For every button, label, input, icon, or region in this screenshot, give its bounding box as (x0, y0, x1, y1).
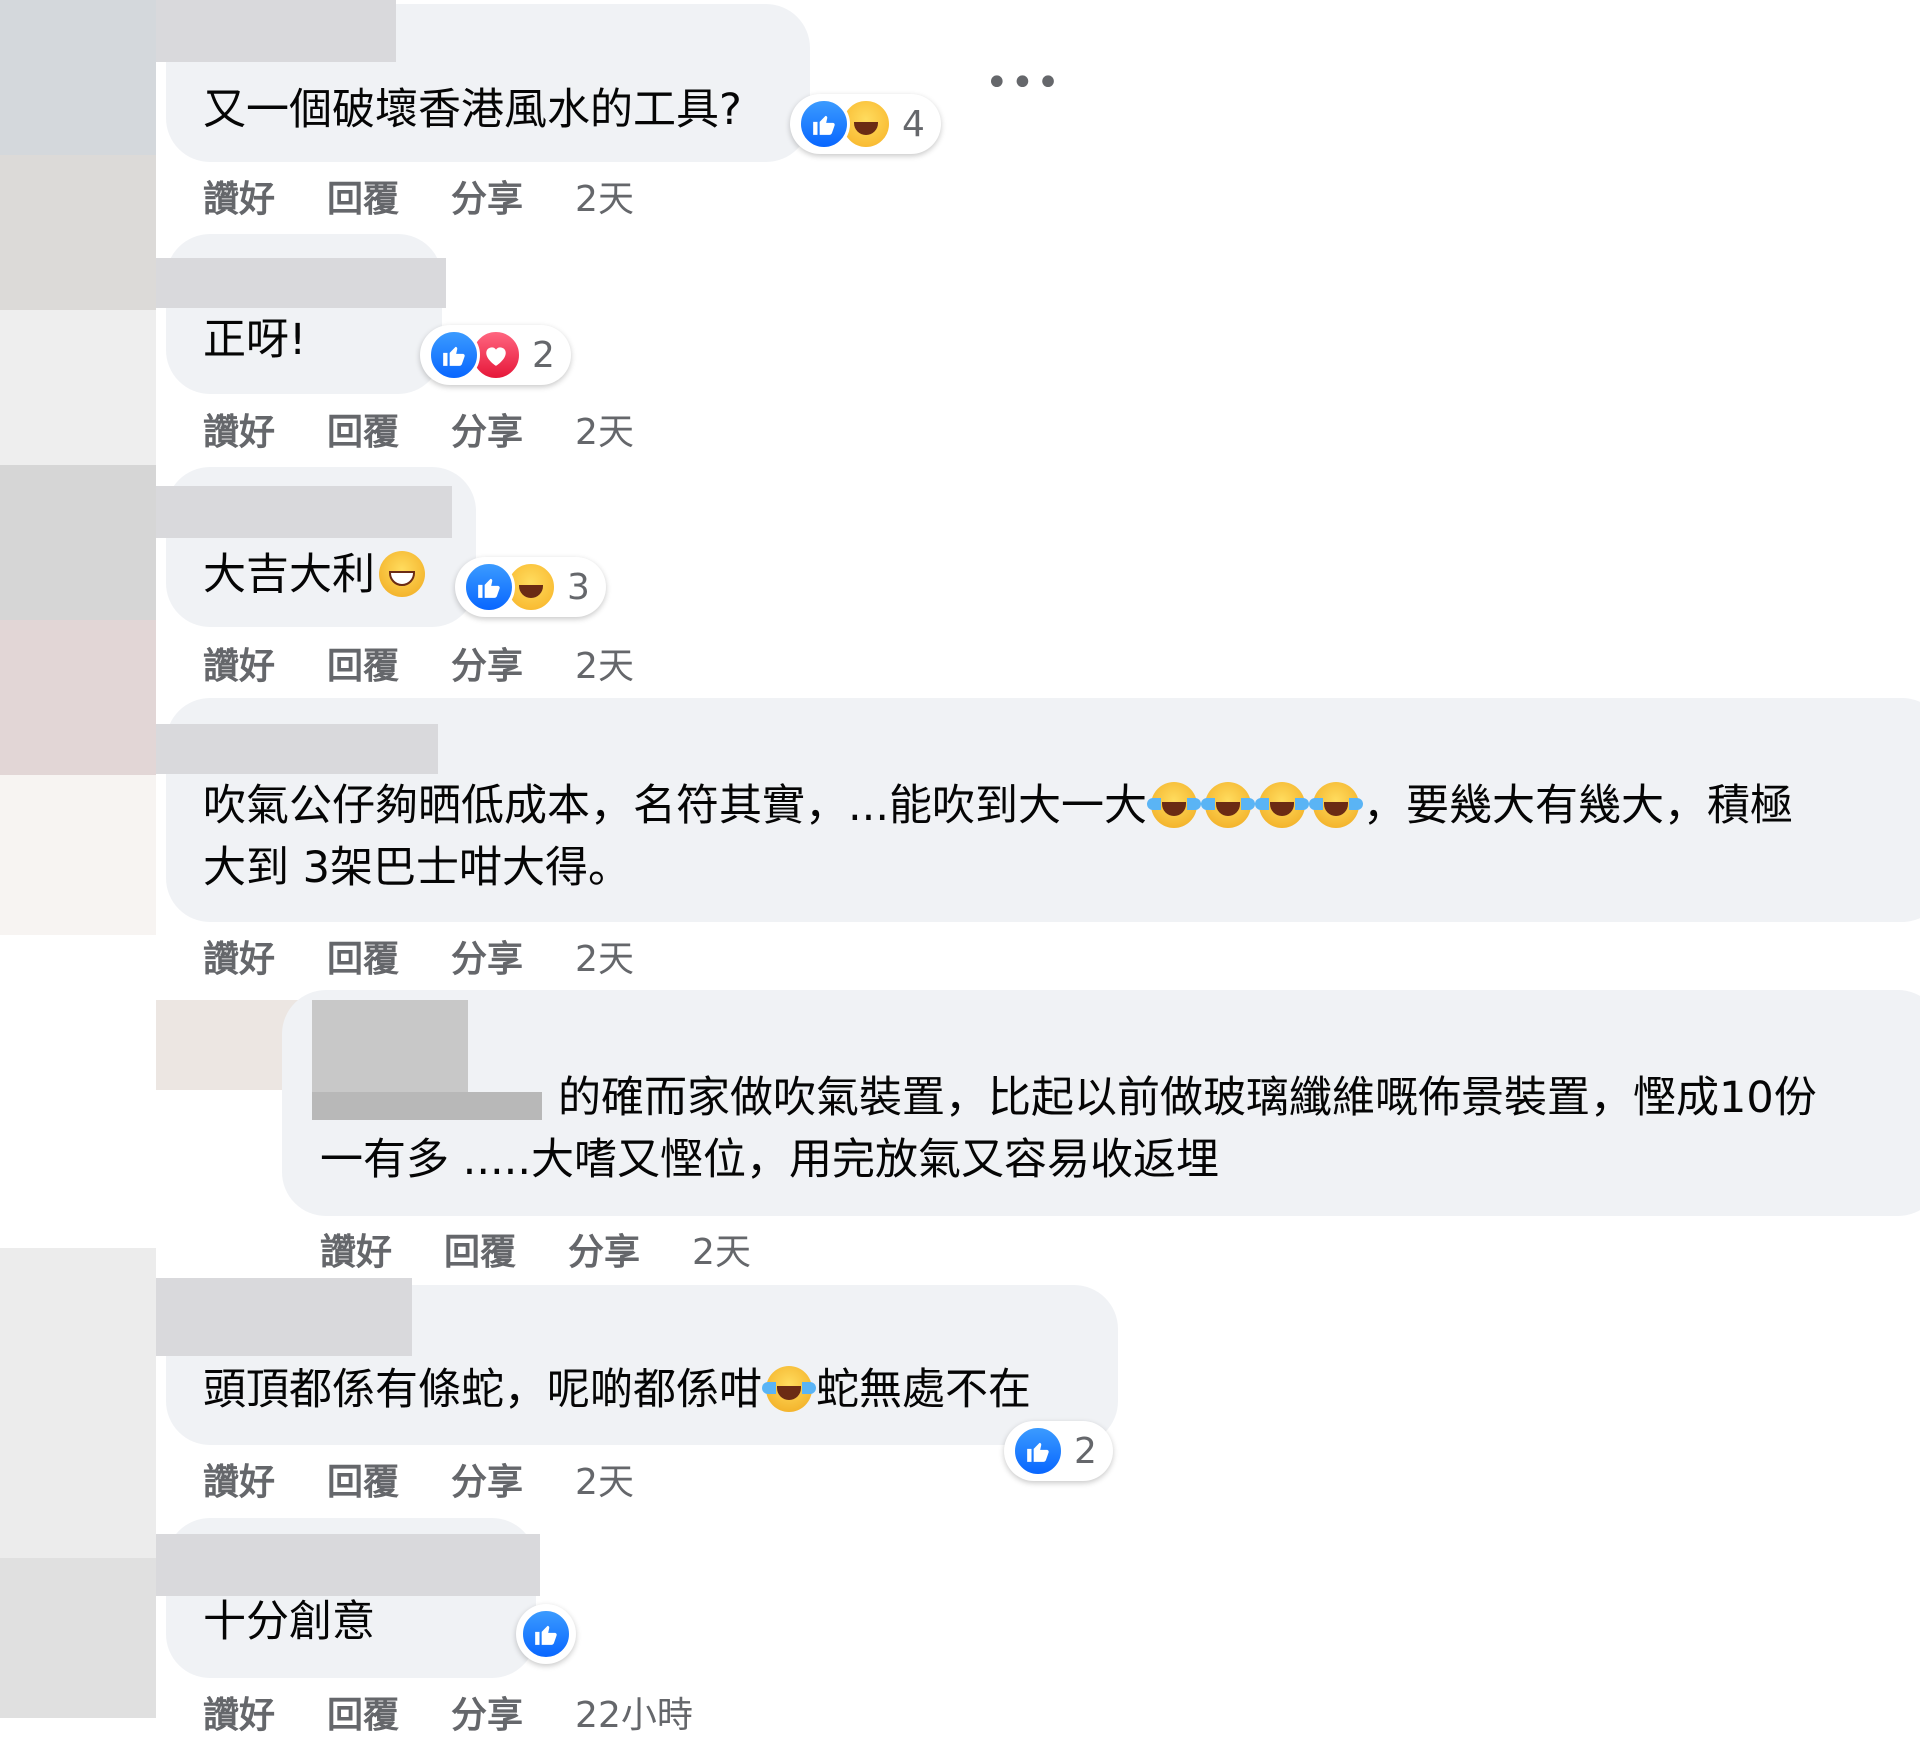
comment-actions: 讚好 回覆 分享 2天 (203, 637, 634, 689)
comment-text: 又一個破壞香港風水的工具? (203, 85, 742, 135)
author-name[interactable] (156, 486, 452, 538)
comment-actions: 讚好 回覆 分享 2天 (203, 170, 634, 222)
avatar (0, 465, 156, 620)
avatar (0, 775, 156, 935)
like-button[interactable]: 讚好 (203, 1453, 275, 1505)
comment-text: 頭頂都係有條蛇，呢啲都係咁 蛇無處不在 (203, 1360, 1031, 1420)
reply-button[interactable]: 回覆 (327, 1686, 399, 1738)
comment-text-part: 頭頂都係有條蛇，呢啲都係咁 (203, 1365, 762, 1415)
comment-text-line2: 大到 3架巴士咁大得。 (203, 843, 632, 893)
author-name[interactable] (156, 0, 396, 62)
timestamp[interactable]: 2天 (692, 1223, 751, 1275)
author-name[interactable] (156, 1278, 412, 1356)
comment-actions: 讚好 回覆 分享 2天 (203, 1453, 634, 1505)
reaction-summary[interactable]: 3 (455, 557, 606, 617)
comment-text-line2: 一有多 .....大嗜又慳位，用完放氣又容易收返埋 (320, 1135, 1220, 1185)
reply-button[interactable]: 回覆 (327, 403, 399, 455)
share-button[interactable]: 分享 (451, 170, 523, 222)
avatar (0, 620, 156, 775)
avatar (0, 310, 156, 465)
like-icon (798, 98, 850, 150)
author-name[interactable] (156, 724, 438, 774)
like-button[interactable]: 讚好 (203, 637, 275, 689)
reply-button[interactable]: 回覆 (327, 637, 399, 689)
author-name[interactable] (156, 258, 446, 308)
like-button[interactable]: 讚好 (203, 930, 275, 982)
reaction-summary[interactable]: 2 (1004, 1421, 1113, 1481)
reaction-summary[interactable]: 2 (420, 325, 571, 385)
reply-button[interactable]: 回覆 (327, 170, 399, 222)
like-button[interactable]: 讚好 (203, 403, 275, 455)
author-name[interactable] (312, 1092, 542, 1120)
more-options-icon[interactable]: ••• (985, 60, 1062, 106)
timestamp[interactable]: 2天 (575, 930, 634, 982)
share-button[interactable]: 分享 (568, 1223, 640, 1275)
avatar (0, 155, 156, 310)
timestamp[interactable]: 2天 (575, 637, 634, 689)
like-button[interactable]: 讚好 (320, 1223, 392, 1275)
comment-text-line1: 的確而家做吹氣裝置，比起以前做玻璃纖維嘅佈景裝置，慳成10份 (558, 1073, 1817, 1123)
comment-text-line1: 吹氣公仔夠晒低成本，名符其實，...能吹到大一大 ，要幾大有幾大，積極 (203, 776, 1793, 836)
like-button[interactable]: 讚好 (203, 1686, 275, 1738)
reply-button[interactable]: 回覆 (444, 1223, 516, 1275)
rofl-emoji-icon (1201, 782, 1256, 828)
reaction-count: 2 (1074, 1430, 1097, 1472)
rofl-emoji-icon (1309, 782, 1364, 828)
reply-button[interactable]: 回覆 (327, 1453, 399, 1505)
reaction-count: 4 (902, 103, 925, 145)
timestamp[interactable]: 2天 (575, 1453, 634, 1505)
comment-actions: 讚好 回覆 分享 22小時 (203, 1686, 693, 1738)
like-icon (428, 329, 480, 381)
comment-actions: 讚好 回覆 分享 2天 (203, 403, 634, 455)
timestamp[interactable]: 22小時 (575, 1686, 693, 1738)
share-button[interactable]: 分享 (451, 1686, 523, 1738)
comment-text-part: 吹氣公仔夠晒低成本，名符其實，...能吹到大一大 (203, 781, 1148, 831)
comment-actions: 讚好 回覆 分享 2天 (203, 930, 634, 982)
avatar (0, 0, 156, 155)
like-icon (1012, 1425, 1064, 1477)
comment-actions: 讚好 回覆 分享 2天 (320, 1223, 751, 1275)
reaction-count: 2 (532, 334, 555, 376)
share-button[interactable]: 分享 (451, 403, 523, 455)
avatar (0, 1558, 156, 1718)
share-button[interactable]: 分享 (451, 637, 523, 689)
like-icon (520, 1608, 572, 1660)
share-button[interactable]: 分享 (451, 1453, 523, 1505)
author-name[interactable] (156, 1534, 540, 1596)
rofl-emoji-icon (1255, 782, 1310, 828)
comment-text: 十分創意 (203, 1597, 375, 1647)
like-icon (463, 561, 515, 613)
reply-button[interactable]: 回覆 (327, 930, 399, 982)
comment-text: 大吉大利 (203, 545, 429, 605)
grin-emoji-icon (379, 551, 425, 597)
rofl-emoji-icon (1147, 782, 1202, 828)
comment-text-content: 大吉大利 (203, 550, 375, 600)
avatar (0, 1248, 156, 1558)
share-button[interactable]: 分享 (451, 930, 523, 982)
reaction-summary[interactable]: 4 (790, 94, 941, 154)
reaction-summary[interactable] (516, 1604, 576, 1664)
like-button[interactable]: 讚好 (203, 170, 275, 222)
timestamp[interactable]: 2天 (575, 170, 634, 222)
comment-text-part: ，要幾大有幾大，積極 (1363, 781, 1794, 831)
joy-emoji-icon (762, 1366, 816, 1412)
timestamp[interactable]: 2天 (575, 403, 634, 455)
reaction-count: 3 (567, 566, 590, 608)
comment-text-part: 蛇無處不在 (816, 1365, 1031, 1415)
comment-text: 正呀! (203, 315, 307, 365)
